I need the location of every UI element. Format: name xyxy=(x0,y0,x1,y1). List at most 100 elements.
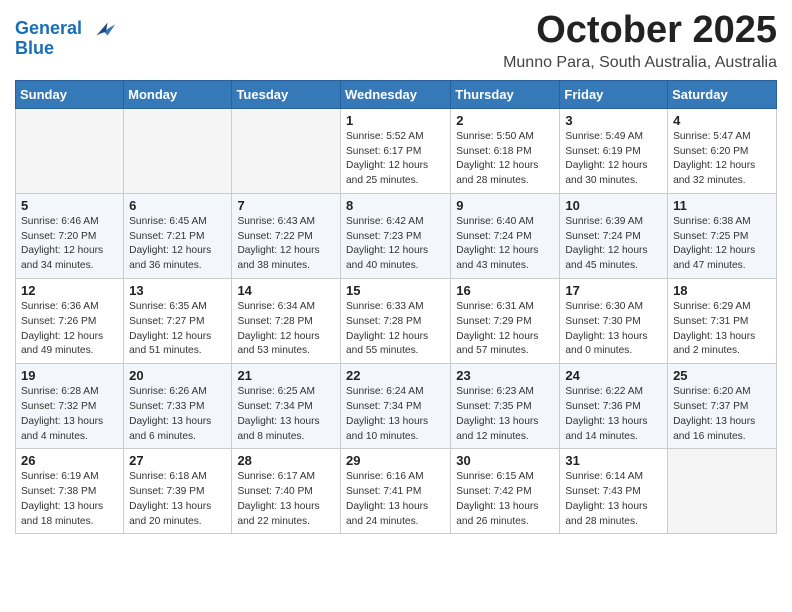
day-number: 21 xyxy=(237,368,335,383)
calendar-cell: 1 Sunrise: 5:52 AM Sunset: 6:17 PM Daylig… xyxy=(341,108,451,193)
day-number: 20 xyxy=(129,368,226,383)
title-block: October 2025 Munno Para, South Australia… xyxy=(503,10,777,72)
calendar-cell: 7 Sunrise: 6:43 AM Sunset: 7:22 PM Daylig… xyxy=(232,193,341,278)
calendar-week-row: 12Sunrise: 6:36 AM Sunset: 7:26 PM Dayli… xyxy=(16,279,777,364)
day-number: 7 xyxy=(237,198,335,213)
day-info: Sunrise: 6:35 AM Sunset: 7:27 PM Dayligh… xyxy=(129,300,226,359)
day-number: 30 xyxy=(456,453,554,468)
calendar-cell xyxy=(16,108,124,193)
calendar-cell: 30Sunrise: 6:15 AM Sunset: 7:42 PM Dayli… xyxy=(451,449,560,534)
calendar-week-row: 19 Sunrise: 6:28 AM Sunset: 7:32 PM Dayli… xyxy=(16,364,777,449)
day-number: 14 xyxy=(237,283,335,298)
day-number: 10 xyxy=(565,198,662,213)
day-info: Sunrise: 6:29 AM Sunset: 7:31 PM Dayligh… xyxy=(673,300,771,359)
day-info: Sunrise: 6:39 AM Sunset: 7:24 PM Dayligh… xyxy=(565,215,662,274)
calendar-cell: 20 Sunrise: 6:26 AM Sunset: 7:33 PM Dayli… xyxy=(124,364,232,449)
day-info: Sunrise: 6:23 AM Sunset: 7:35 PM Dayligh… xyxy=(456,385,554,444)
calendar-week-row: 26Sunrise: 6:19 AM Sunset: 7:38 PM Dayli… xyxy=(16,449,777,534)
calendar-cell: 25 Sunrise: 6:20 AM Sunset: 7:37 PM Dayli… xyxy=(668,364,777,449)
calendar-cell: 14 Sunrise: 6:34 AM Sunset: 7:28 PM Dayli… xyxy=(232,279,341,364)
day-info: Sunrise: 5:47 AM Sunset: 6:20 PM Dayligh… xyxy=(673,130,771,189)
page: General Blue October 2025 Munno Para, So… xyxy=(0,0,792,549)
col-friday: Friday xyxy=(560,80,668,108)
day-info: Sunrise: 6:14 AM Sunset: 7:43 PM Dayligh… xyxy=(565,470,662,529)
calendar-cell: 3Sunrise: 5:49 AM Sunset: 6:19 PM Daylig… xyxy=(560,108,668,193)
logo: General Blue xyxy=(15,15,117,59)
day-number: 16 xyxy=(456,283,554,298)
logo-general: General xyxy=(15,18,82,38)
day-info: Sunrise: 6:20 AM Sunset: 7:37 PM Dayligh… xyxy=(673,385,771,444)
calendar-week-row: 1 Sunrise: 5:52 AM Sunset: 6:17 PM Daylig… xyxy=(16,108,777,193)
day-info: Sunrise: 5:52 AM Sunset: 6:17 PM Dayligh… xyxy=(346,130,445,189)
calendar-cell: 5 Sunrise: 6:46 AM Sunset: 7:20 PM Daylig… xyxy=(16,193,124,278)
calendar-cell: 19 Sunrise: 6:28 AM Sunset: 7:32 PM Dayli… xyxy=(16,364,124,449)
logo-bird-icon xyxy=(89,15,117,43)
calendar-cell: 13 Sunrise: 6:35 AM Sunset: 7:27 PM Dayli… xyxy=(124,279,232,364)
day-info: Sunrise: 6:45 AM Sunset: 7:21 PM Dayligh… xyxy=(129,215,226,274)
day-info: Sunrise: 6:28 AM Sunset: 7:32 PM Dayligh… xyxy=(21,385,118,444)
calendar-cell xyxy=(668,449,777,534)
day-number: 1 xyxy=(346,113,445,128)
day-info: Sunrise: 6:34 AM Sunset: 7:28 PM Dayligh… xyxy=(237,300,335,359)
calendar-cell xyxy=(124,108,232,193)
day-info: Sunrise: 5:50 AM Sunset: 6:18 PM Dayligh… xyxy=(456,130,554,189)
calendar-cell: 17 Sunrise: 6:30 AM Sunset: 7:30 PM Dayli… xyxy=(560,279,668,364)
day-number: 8 xyxy=(346,198,445,213)
calendar-cell: 11Sunrise: 6:38 AM Sunset: 7:25 PM Dayli… xyxy=(668,193,777,278)
day-number: 25 xyxy=(673,368,771,383)
calendar-cell: 18 Sunrise: 6:29 AM Sunset: 7:31 PM Dayli… xyxy=(668,279,777,364)
col-monday: Monday xyxy=(124,80,232,108)
col-sunday: Sunday xyxy=(16,80,124,108)
calendar-cell: 8 Sunrise: 6:42 AM Sunset: 7:23 PM Daylig… xyxy=(341,193,451,278)
day-info: Sunrise: 6:33 AM Sunset: 7:28 PM Dayligh… xyxy=(346,300,445,359)
day-number: 17 xyxy=(565,283,662,298)
calendar-cell: 26Sunrise: 6:19 AM Sunset: 7:38 PM Dayli… xyxy=(16,449,124,534)
calendar-cell: 6 Sunrise: 6:45 AM Sunset: 7:21 PM Daylig… xyxy=(124,193,232,278)
col-thursday: Thursday xyxy=(451,80,560,108)
day-number: 31 xyxy=(565,453,662,468)
day-info: Sunrise: 6:25 AM Sunset: 7:34 PM Dayligh… xyxy=(237,385,335,444)
day-info: Sunrise: 6:18 AM Sunset: 7:39 PM Dayligh… xyxy=(129,470,226,529)
calendar-table: Sunday Monday Tuesday Wednesday Thursday… xyxy=(15,80,777,535)
calendar-cell: 4Sunrise: 5:47 AM Sunset: 6:20 PM Daylig… xyxy=(668,108,777,193)
day-number: 5 xyxy=(21,198,118,213)
calendar-cell: 10 Sunrise: 6:39 AM Sunset: 7:24 PM Dayli… xyxy=(560,193,668,278)
day-info: Sunrise: 6:26 AM Sunset: 7:33 PM Dayligh… xyxy=(129,385,226,444)
calendar-cell: 16Sunrise: 6:31 AM Sunset: 7:29 PM Dayli… xyxy=(451,279,560,364)
calendar-cell: 2Sunrise: 5:50 AM Sunset: 6:18 PM Daylig… xyxy=(451,108,560,193)
day-info: Sunrise: 6:16 AM Sunset: 7:41 PM Dayligh… xyxy=(346,470,445,529)
calendar-cell: 9Sunrise: 6:40 AM Sunset: 7:24 PM Daylig… xyxy=(451,193,560,278)
col-wednesday: Wednesday xyxy=(341,80,451,108)
day-number: 12 xyxy=(21,283,118,298)
header: General Blue October 2025 Munno Para, So… xyxy=(15,10,777,72)
month-title: October 2025 xyxy=(503,10,777,52)
day-number: 23 xyxy=(456,368,554,383)
day-number: 13 xyxy=(129,283,226,298)
day-info: Sunrise: 6:42 AM Sunset: 7:23 PM Dayligh… xyxy=(346,215,445,274)
day-number: 6 xyxy=(129,198,226,213)
calendar-cell xyxy=(232,108,341,193)
day-info: Sunrise: 6:40 AM Sunset: 7:24 PM Dayligh… xyxy=(456,215,554,274)
day-number: 28 xyxy=(237,453,335,468)
calendar-header-row: Sunday Monday Tuesday Wednesday Thursday… xyxy=(16,80,777,108)
day-info: Sunrise: 6:46 AM Sunset: 7:20 PM Dayligh… xyxy=(21,215,118,274)
calendar-week-row: 5 Sunrise: 6:46 AM Sunset: 7:20 PM Daylig… xyxy=(16,193,777,278)
day-info: Sunrise: 6:43 AM Sunset: 7:22 PM Dayligh… xyxy=(237,215,335,274)
calendar-cell: 28 Sunrise: 6:17 AM Sunset: 7:40 PM Dayli… xyxy=(232,449,341,534)
calendar-cell: 22 Sunrise: 6:24 AM Sunset: 7:34 PM Dayli… xyxy=(341,364,451,449)
day-info: Sunrise: 6:24 AM Sunset: 7:34 PM Dayligh… xyxy=(346,385,445,444)
calendar-cell: 15 Sunrise: 6:33 AM Sunset: 7:28 PM Dayli… xyxy=(341,279,451,364)
day-info: Sunrise: 6:17 AM Sunset: 7:40 PM Dayligh… xyxy=(237,470,335,529)
day-number: 11 xyxy=(673,198,771,213)
day-number: 15 xyxy=(346,283,445,298)
day-number: 3 xyxy=(565,113,662,128)
calendar-cell: 23 Sunrise: 6:23 AM Sunset: 7:35 PM Dayli… xyxy=(451,364,560,449)
col-saturday: Saturday xyxy=(668,80,777,108)
day-info: Sunrise: 6:30 AM Sunset: 7:30 PM Dayligh… xyxy=(565,300,662,359)
day-info: Sunrise: 6:19 AM Sunset: 7:38 PM Dayligh… xyxy=(21,470,118,529)
calendar-cell: 24Sunrise: 6:22 AM Sunset: 7:36 PM Dayli… xyxy=(560,364,668,449)
day-number: 18 xyxy=(673,283,771,298)
day-number: 19 xyxy=(21,368,118,383)
calendar-cell: 29Sunrise: 6:16 AM Sunset: 7:41 PM Dayli… xyxy=(341,449,451,534)
day-number: 22 xyxy=(346,368,445,383)
